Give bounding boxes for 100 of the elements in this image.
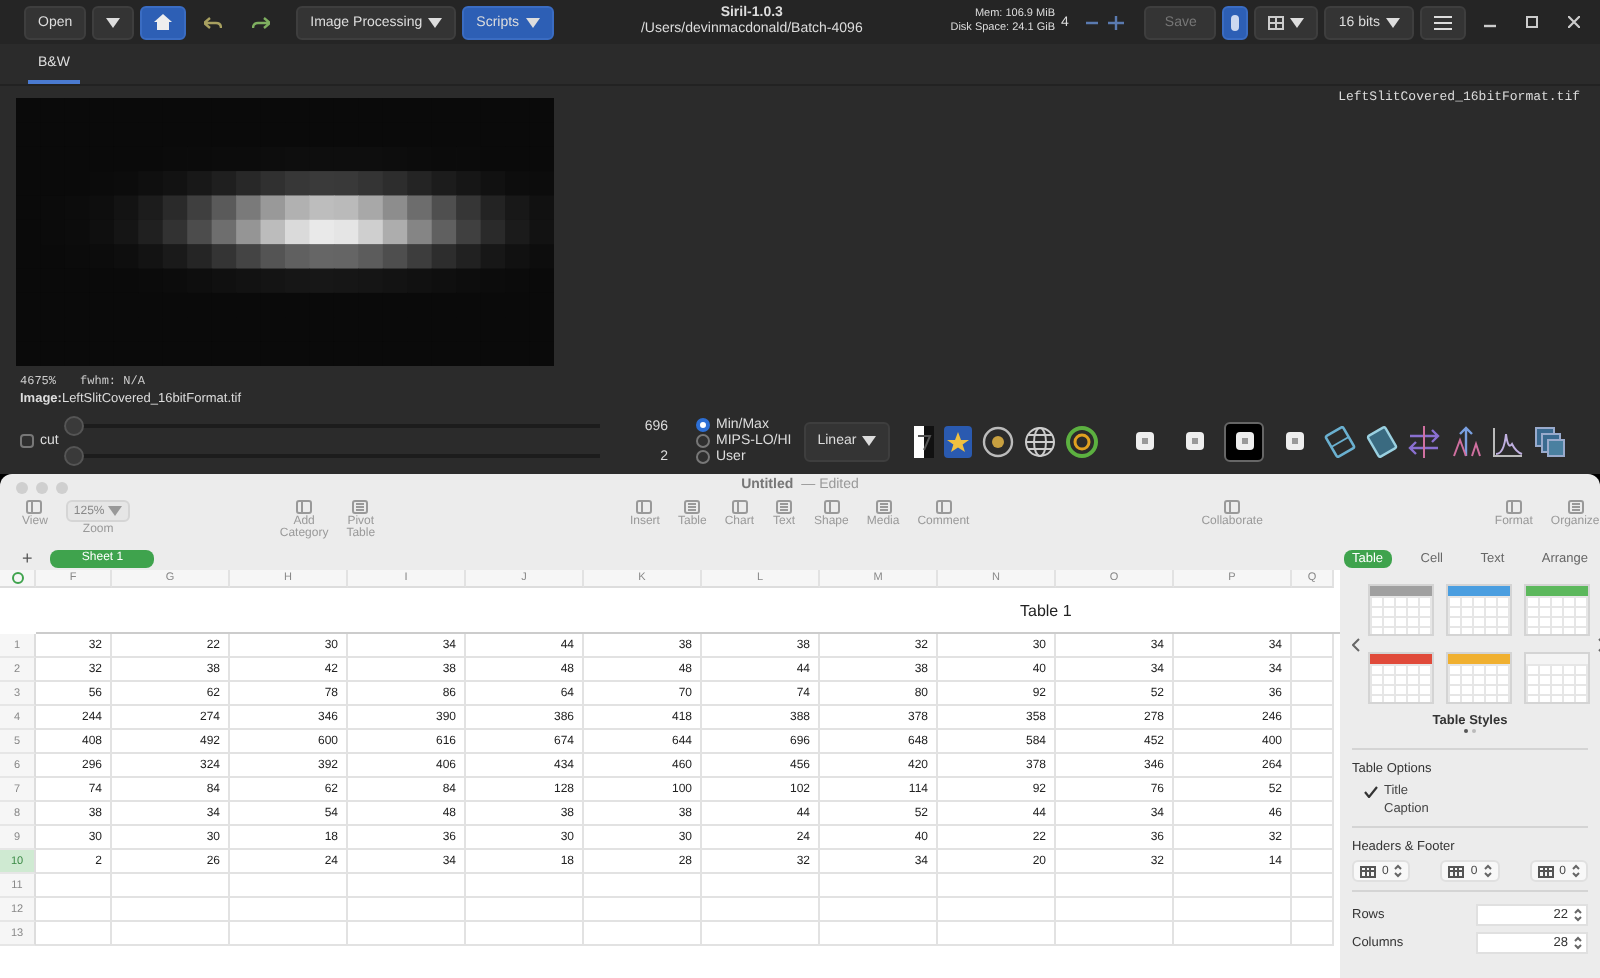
table-cell [1292,778,1334,802]
table-cell [702,922,820,946]
table-cell [1056,898,1174,922]
table-cell [112,898,230,922]
table-style-thumbnail[interactable] [1368,584,1434,636]
square-icon [776,500,792,514]
table-cell [1292,706,1334,730]
globe-icon[interactable] [1024,425,1057,457]
page-dots-icon [1462,728,1478,734]
table-cell [938,874,1056,898]
arrows-icon[interactable] [1408,425,1441,457]
table-cell [1056,874,1174,898]
circle-icon[interactable] [11,572,23,584]
menu-icon [1434,15,1452,29]
split-square-icon[interactable] [914,425,935,457]
table-cell [1292,658,1334,682]
table-cell [1292,898,1334,922]
grid-menu[interactable] [1254,5,1319,39]
cut-checkbox[interactable] [20,434,34,448]
square-icon [1135,432,1154,450]
table-style-thumbnail[interactable] [1368,652,1434,704]
figure-button[interactable] [1222,5,1249,39]
updown-icon [1394,864,1403,878]
table-cell [1292,682,1334,706]
square-icon [1505,500,1522,514]
table-cell [584,922,702,946]
home-icon [154,14,173,30]
caret-icon [1290,17,1305,27]
star-icon[interactable] [944,425,973,457]
table-style-thumbnail[interactable] [1524,652,1590,704]
table-style-thumbnail[interactable] [1446,584,1512,636]
table-cell [584,898,702,922]
caret-icon [106,17,121,27]
undo-icon [204,15,223,29]
caret-icon [428,17,443,27]
caret-icon [862,436,877,446]
table-cell [1174,874,1292,898]
updown-icon [1483,864,1492,878]
square-icon [1185,432,1204,450]
table-cell [348,874,466,898]
home-button[interactable] [140,5,187,39]
dropdown-button[interactable] [92,5,135,39]
target-icon[interactable] [982,425,1015,457]
chevron-left-icon[interactable] [1352,637,1360,651]
menu-button[interactable] [1420,5,1466,39]
square-icon [1567,500,1584,514]
ring-icon[interactable] [1066,425,1099,457]
updown-icon [1574,907,1582,921]
table-cell [466,922,584,946]
caret-icon [1386,17,1400,27]
square-icon [731,500,748,514]
table-title: Table 1 [1020,601,1072,619]
square-icon [823,500,840,514]
square-icon [1224,500,1241,514]
table-cell [1292,874,1334,898]
table-cell [820,898,938,922]
table-cell [348,922,466,946]
table-cell [230,898,348,922]
table-style-thumbnail[interactable] [1524,584,1590,636]
close-icon [1568,16,1580,28]
stack-icon[interactable] [1534,425,1567,457]
table-cell [36,898,112,922]
square-icon [26,500,43,514]
table-cell [584,874,702,898]
square-icon [1285,432,1304,450]
table-cell [1056,922,1174,946]
table-cell [1174,922,1292,946]
table-icon [1360,865,1376,877]
table-cell [112,922,230,946]
redo-icon [252,15,271,29]
table-style-thumbnail[interactable] [1446,652,1512,704]
slider-thumb[interactable] [64,446,84,466]
table-cell [230,874,348,898]
display-mode-button[interactable] [1224,421,1265,461]
square-icon [296,500,313,514]
table-cell [1174,898,1292,922]
tile-icon[interactable] [1366,425,1399,457]
table-icon [1537,865,1554,877]
square-icon [1235,432,1254,450]
grid-icon [1268,15,1285,29]
chart-icon[interactable] [1492,425,1525,457]
square-icon [636,500,653,514]
table-cell [1292,922,1334,946]
check-icon [1364,785,1378,797]
table-cell [702,874,820,898]
tile-icon[interactable] [1324,425,1357,457]
table-cell [230,922,348,946]
table-cell [112,874,230,898]
table-cell [820,874,938,898]
updown-icon [1574,935,1582,949]
table-cell [702,898,820,922]
table-cell [1292,634,1334,658]
slider-thumb[interactable] [64,416,84,436]
figure-icon [1230,13,1241,31]
updown-icon [1572,864,1580,878]
add-sheet-button[interactable]: + [16,548,39,568]
table-cell [1292,826,1334,850]
maximize-icon [1526,16,1538,28]
table-cell [348,898,466,922]
arrows-icon[interactable] [1450,425,1483,457]
